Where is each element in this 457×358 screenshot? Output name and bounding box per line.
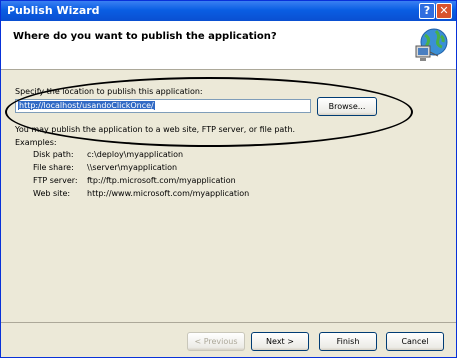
footer-divider [1,322,456,323]
close-button[interactable]: ✕ [436,3,452,19]
example-label: Disk path: [33,150,74,159]
location-label: Specify the location to publish this app… [15,87,203,96]
example-label: Web site: [33,189,71,198]
window-title: Publish Wizard [7,4,100,17]
cancel-button[interactable]: Cancel [386,332,444,351]
info-text: You may publish the application to a web… [15,125,296,134]
globe-network-icon [415,28,448,61]
examples-heading: Examples: [15,138,57,147]
wizard-header: Where do you want to publish the applica… [1,21,456,70]
wizard-content: Specify the location to publish this app… [1,70,456,357]
example-label: FTP server: [33,176,78,185]
previous-button[interactable]: < Previous [187,332,245,351]
example-value: ftp://ftp.microsoft.com/myapplication [87,176,236,185]
publish-wizard-window: Publish Wizard ? ✕ Where do you want to … [0,0,457,358]
title-bar[interactable]: Publish Wizard ? ✕ [1,1,456,21]
browse-button[interactable]: Browse... [317,97,377,116]
page-title: Where do you want to publish the applica… [13,31,277,42]
example-value: http://www.microsoft.com/myapplication [87,189,250,198]
help-button[interactable]: ? [419,3,435,19]
example-label: File share: [33,163,74,172]
location-input[interactable]: http://localhost/usandoClickOnce/ [15,99,311,113]
example-value: c:\deploy\myapplication [87,150,184,159]
example-value: \\server\myapplication [87,163,178,172]
next-button[interactable]: Next > [251,332,309,351]
location-input-value: http://localhost/usandoClickOnce/ [18,101,155,110]
finish-button[interactable]: Finish [319,332,377,351]
